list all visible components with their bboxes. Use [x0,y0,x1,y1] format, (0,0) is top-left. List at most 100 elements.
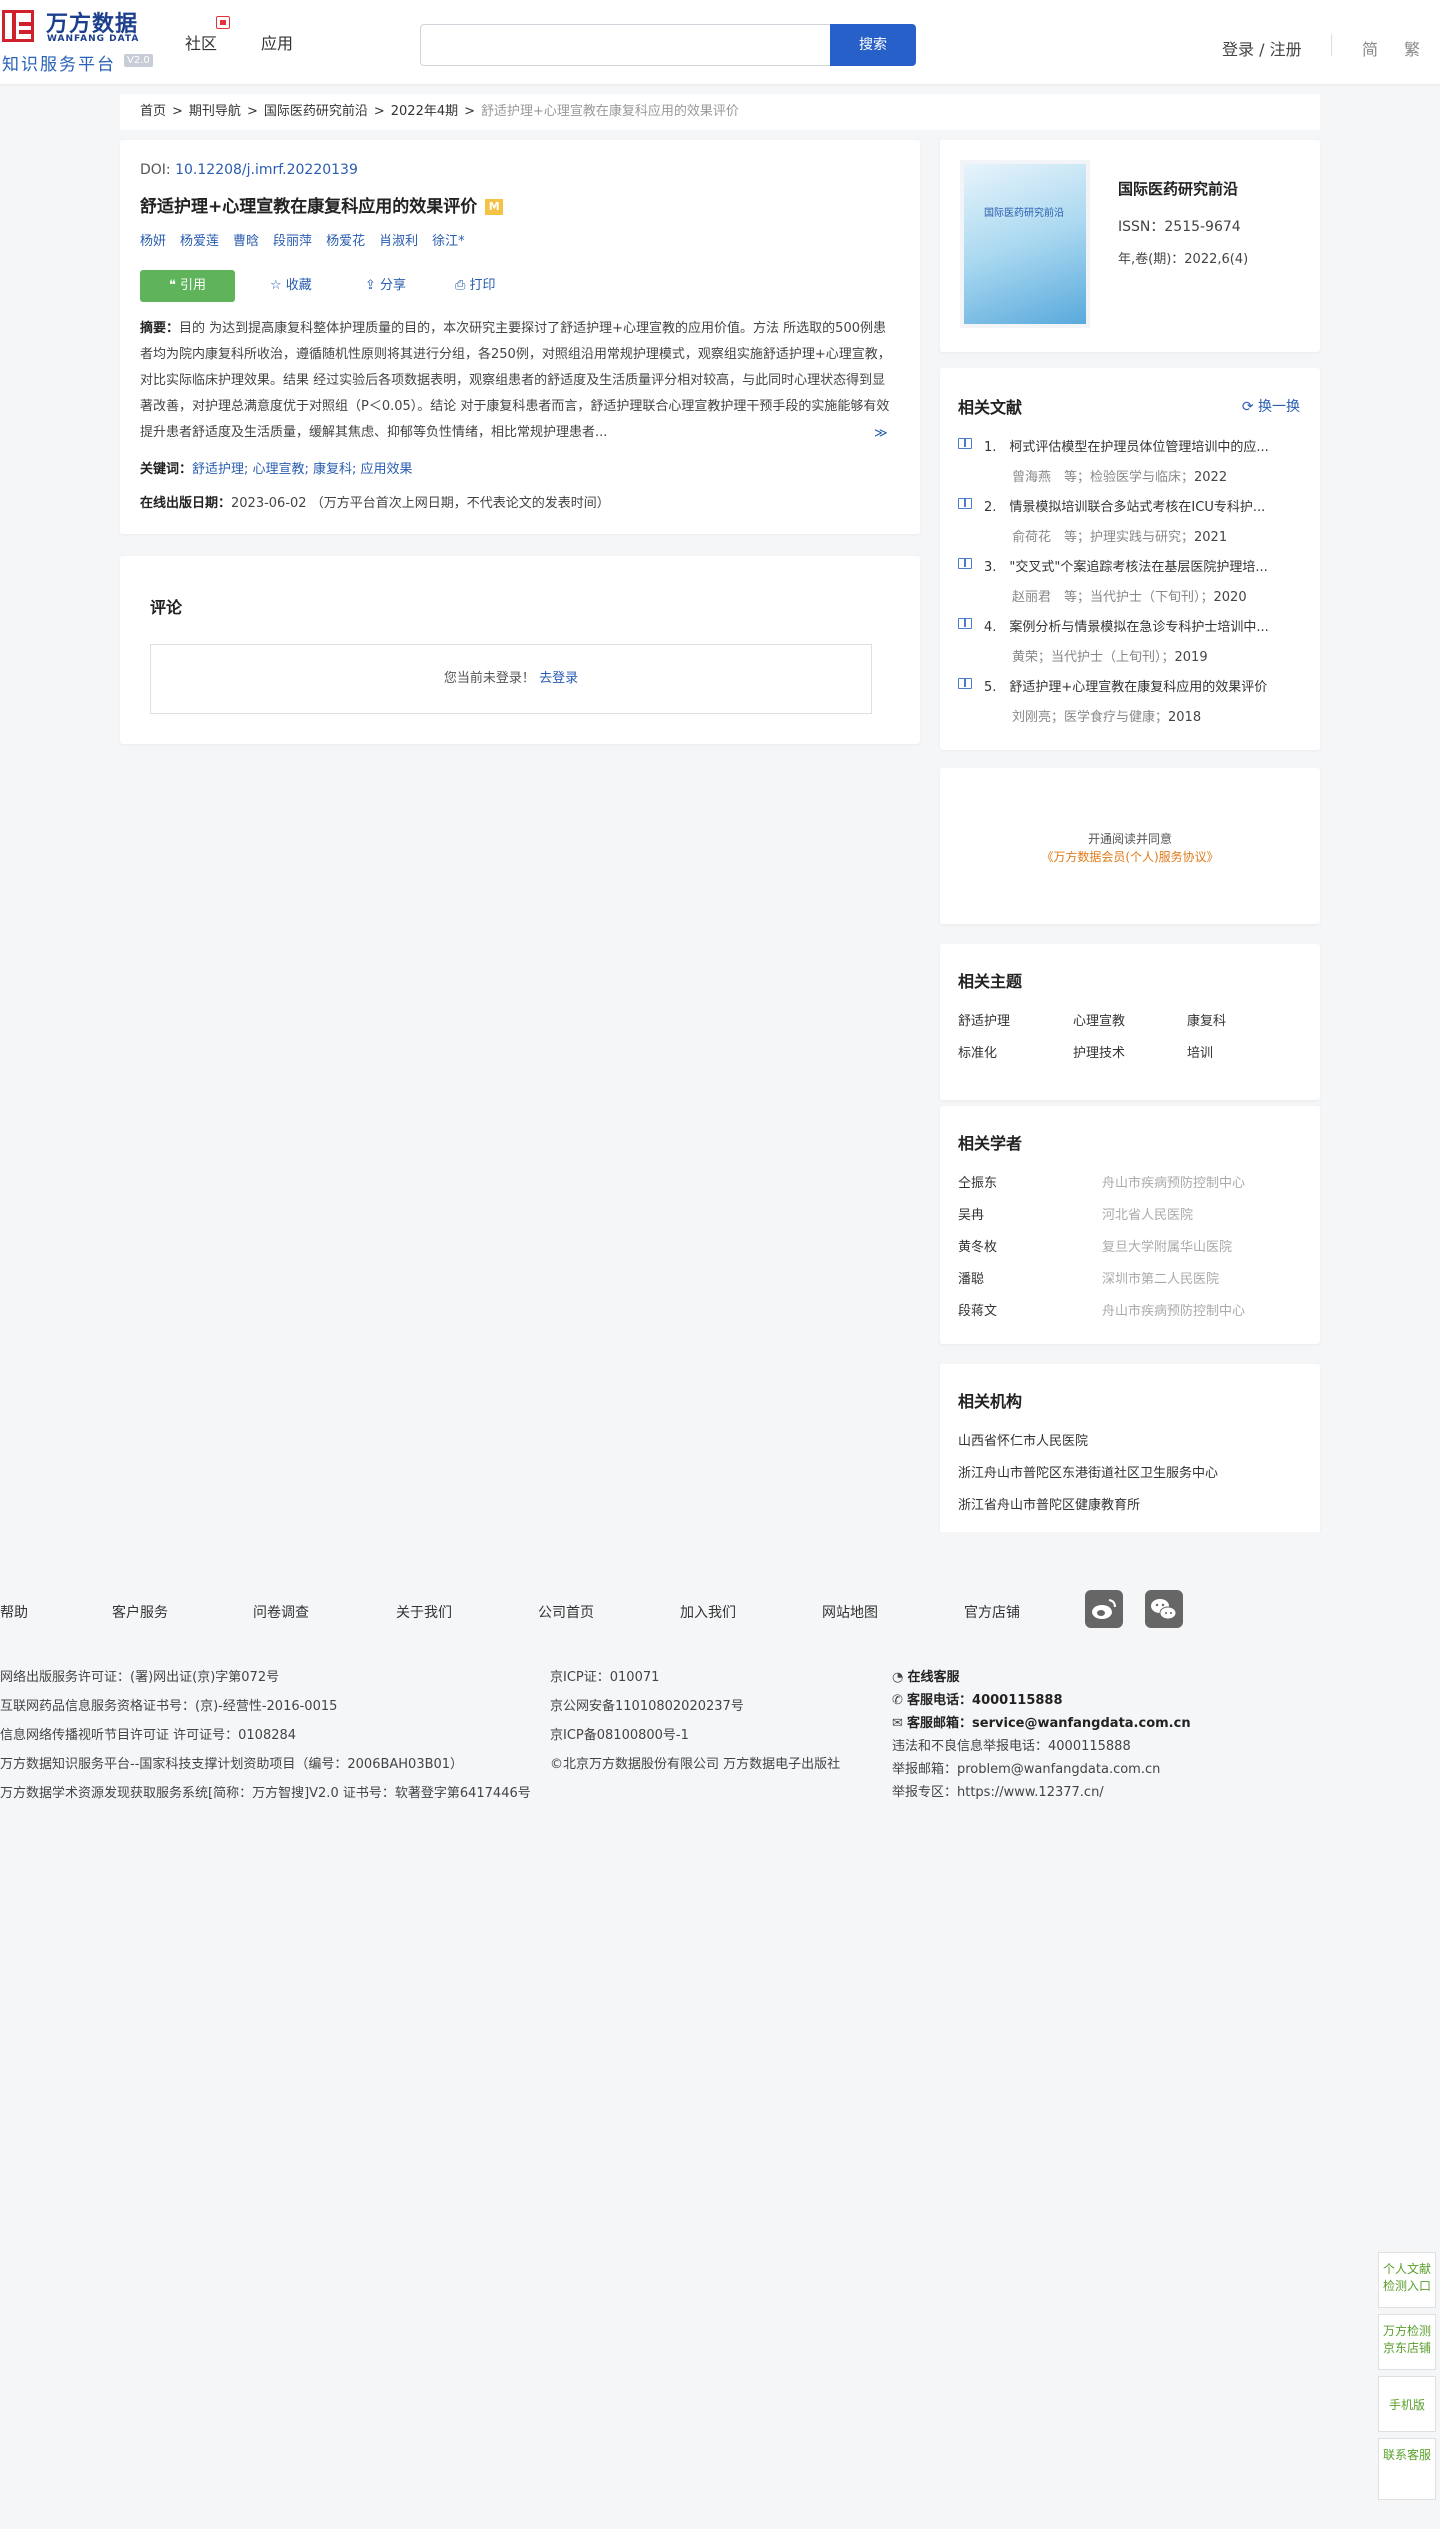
journal-issn: ISSN：2515-9674 [1118,219,1241,235]
scholar-org: 复旦大学附属华山医院 [1102,1240,1233,1255]
footer-icp[interactable]: 京ICP证：010071 [550,1666,659,1685]
footer-license: 互联网药品信息服务资格证书号：(京)-经营性-2016-0015 [0,1699,338,1714]
print-icon: ⎙ [455,278,470,293]
agreement-text: 开通阅读并同意 [1087,832,1172,846]
related-docs-title: 相关文献 [958,398,1023,417]
journal-cover[interactable]: 国际医药研究前沿 [960,160,1090,328]
agreement-link[interactable]: 《万方数据会员(个人)服务协议》 [940,848,1320,865]
agreement-card: 开通阅读并同意 《万方数据会员(个人)服务协议》 [940,768,1320,924]
author-link[interactable]: 杨爱花 [326,234,365,249]
topic-link[interactable]: 标准化 [958,1042,997,1061]
footer-link[interactable]: 帮助 [0,1602,28,1622]
lang-simplified[interactable]: 简 [1362,36,1378,60]
book-icon [958,438,972,449]
scholar-name[interactable]: 黄冬枚 [958,1236,997,1255]
doi-link[interactable]: 10.12208/j.imrf.20220139 [175,162,358,178]
crumb-issue[interactable]: 2022年4期 [391,104,458,119]
go-login-link[interactable]: 去登录 [539,671,578,686]
related-doc-item[interactable]: 2. 情景模拟培训联合多站式考核在ICU专科护... 俞荷花 等；护理实践与研究；… [958,496,1303,546]
nav-community[interactable]: 社区 [185,30,217,54]
search-input[interactable] [420,24,832,66]
topics-title: 相关主题 [958,972,1023,991]
comment-title: 评论 [150,598,183,617]
cite-button[interactable]: ❝ 引用 [140,270,235,302]
new-badge-icon [216,16,230,29]
report-phone: 违法和不良信息举报电话：4000115888 [892,1739,1131,1754]
footer-icp[interactable]: 京公网安备11010802020237号 [550,1695,744,1714]
footer-copyright: ©北京万方数据股份有限公司 万方数据电子出版社 [550,1757,841,1772]
scholars-title: 相关学者 [958,1134,1023,1153]
footer-link[interactable]: 客户服务 [112,1602,168,1622]
scholar-org: 舟山市疾病预防控制中心 [1102,1304,1246,1319]
topic-link[interactable]: 心理宣教 [1073,1010,1125,1029]
book-icon [958,678,972,689]
footer-license: 万方数据知识服务平台--国家科技支撑计划资助项目（编号：2006BAH03B01… [0,1757,464,1772]
journal-name[interactable]: 国际医药研究前沿 [1118,178,1238,199]
top-header: 万方数据 WANFANG DATA 知识服务平台 V2.0 社区 应用 搜索 登… [0,0,1440,84]
crumb-journal[interactable]: 国际医药研究前沿 [264,104,368,119]
scholar-name[interactable]: 仝振东 [958,1172,997,1191]
share-button[interactable]: ⇪ 分享 [365,270,406,302]
scholar-name[interactable]: 潘聪 [958,1268,984,1287]
book-icon [958,558,972,569]
topic-link[interactable]: 舒适护理 [958,1010,1010,1029]
related-doc-item[interactable]: 1. 柯式评估模型在护理员体位管理培训中的应... 曾海燕 等；检验医学与临床；2… [958,436,1303,486]
nav-apps[interactable]: 应用 [261,30,293,54]
org-link[interactable]: 浙江舟山市普陀区东港街道社区卫生服务中心 [958,1462,1218,1481]
footer-link[interactable]: 官方店铺 [964,1602,1020,1622]
wanfang-logo-icon [2,10,34,42]
journal-card: 国际医药研究前沿 国际医药研究前沿 ISSN：2515-9674 年,卷(期)：… [940,140,1320,352]
book-icon [958,498,972,509]
topic-link[interactable]: 护理技术 [1073,1042,1125,1061]
side-tab-detect[interactable]: 个人文献检测入口 [1378,2252,1436,2308]
keyword-links[interactable]: 舒适护理; 心理宣教; 康复科; 应用效果 [192,462,413,477]
footer-link[interactable]: 关于我们 [396,1602,452,1622]
search-button[interactable]: 搜索 [830,24,916,66]
related-doc-item[interactable]: 3. "交叉式"个案追踪考核法在基层医院护理培... 赵丽君 等；当代护士（下旬刊… [958,556,1303,606]
author-link[interactable]: 曹晗 [233,234,259,249]
side-tab-jd-store[interactable]: 万方检测京东店铺 [1378,2314,1436,2370]
org-link[interactable]: 山西省怀仁市人民医院 [958,1430,1088,1449]
weibo-icon[interactable] [1085,1590,1123,1628]
print-button[interactable]: ⎙ 打印 [455,270,496,302]
author-link[interactable]: 肖淑利 [379,234,418,249]
scholar-name[interactable]: 吴冉 [958,1204,984,1223]
refresh-button[interactable]: ⟳ 换一换 [1242,396,1300,416]
footer: 帮助 客户服务 问卷调查 关于我们 公司首页 加入我们 网站地图 官方店铺 网络… [0,1532,1440,1818]
crumb-home[interactable]: 首页 [140,104,166,119]
m-badge-icon: M [485,199,504,215]
online-service[interactable]: ◔ 在线客服 [892,1666,960,1685]
author-link[interactable]: 徐江* [432,234,465,249]
org-link[interactable]: 浙江省舟山市普陀区健康教育所 [958,1494,1140,1513]
breadcrumb: 首页 > 期刊导航 > 国际医药研究前沿 >2022年4期 > 舒适护理+心理宣教在康复科应用… [120,94,1320,130]
footer-link[interactable]: 网站地图 [822,1602,878,1622]
footer-link[interactable]: 公司首页 [538,1602,594,1622]
login-register-link[interactable]: 登录 / 注册 [1222,36,1302,60]
author-link[interactable]: 杨妍 [140,234,166,249]
topic-link[interactable]: 康复科 [1187,1010,1226,1029]
footer-link[interactable]: 问卷调查 [253,1602,309,1622]
expand-chevron-icon[interactable]: ≫ [874,426,888,441]
lang-traditional[interactable]: 繁 [1404,36,1420,60]
topic-link[interactable]: 培训 [1187,1042,1213,1061]
side-tab-contact[interactable]: 联系客服 [1378,2438,1436,2500]
wechat-icon[interactable] [1145,1590,1183,1628]
crumb-journals[interactable]: 期刊导航 [189,104,241,119]
comment-card: 评论 您当前未登录！ 去登录 [120,556,920,744]
related-doc-item[interactable]: 4. 案例分析与情景模拟在急诊专科护士培训中... 黄荣；当代护士（上旬刊）；20… [958,616,1303,666]
author-link[interactable]: 杨爱莲 [180,234,219,249]
footer-link[interactable]: 加入我们 [680,1602,736,1622]
author-link[interactable]: 段丽萍 [273,234,312,249]
report-zone[interactable]: 举报专区：https://www.12377.cn/ [892,1781,1104,1800]
collect-button[interactable]: ☆ 收藏 [270,270,312,302]
topics-card: 相关主题 舒适护理 心理宣教 康复科 标准化 护理技术 培训 [940,944,1320,1100]
related-doc-item[interactable]: 5. 舒适护理+心理宣教在康复科应用的效果评价 刘刚亮；医学食疗与健康；2018 [958,676,1303,726]
keywords: 关键词：舒适护理; 心理宣教; 康复科; 应用效果 [140,462,413,477]
refresh-icon: ⟳ [1241,399,1258,415]
scholar-org: 舟山市疾病预防控制中心 [1102,1176,1246,1191]
scholar-name[interactable]: 段蒋文 [958,1300,997,1319]
version-badge: V2.0 [124,54,153,67]
side-tab-mobile[interactable]: 手机版 [1378,2376,1436,2432]
footer-icp[interactable]: 京ICP备08100800号-1 [550,1724,689,1743]
comment-login-box: 您当前未登录！ 去登录 [150,644,872,714]
